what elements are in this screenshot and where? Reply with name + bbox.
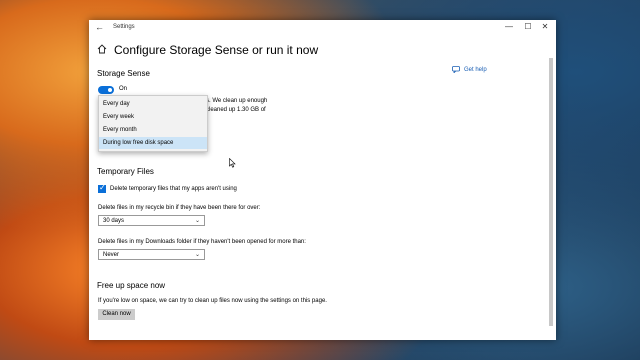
- dropdown-option-low-disk-space[interactable]: During low free disk space: [99, 137, 207, 149]
- settings-window: ← Settings — ☐ ✕ Configure Storage Sense…: [89, 20, 556, 340]
- dropdown-option-every-day[interactable]: Every day: [99, 98, 207, 110]
- page-title: Configure Storage Sense or run it now: [114, 43, 319, 57]
- dropdown-option-every-week[interactable]: Every week: [99, 111, 207, 123]
- free-up-space-description: If you're low on space, we can try to cl…: [98, 298, 327, 304]
- downloads-folder-select[interactable]: Never ⌄: [98, 249, 205, 260]
- storage-sense-description-line-1: s. We clean up enough: [206, 98, 268, 104]
- back-arrow-icon[interactable]: ←: [95, 22, 104, 32]
- minimize-button[interactable]: —: [502, 22, 516, 31]
- delete-temp-files-label: Delete temporary files that my apps aren…: [110, 186, 237, 192]
- delete-temp-files-checkbox[interactable]: ✓: [98, 183, 106, 193]
- window-title: Settings: [113, 24, 135, 30]
- storage-sense-toggle[interactable]: [98, 86, 114, 94]
- recycle-bin-label: Delete files in my recycle bin if they h…: [98, 205, 261, 211]
- mouse-cursor-icon: [229, 158, 236, 168]
- toggle-knob: [108, 88, 112, 92]
- chat-bubble-icon[interactable]: [452, 66, 460, 73]
- chevron-down-icon: ⌄: [194, 252, 200, 258]
- storage-sense-description-line-2: cleaned up 1.30 GB of: [206, 107, 266, 113]
- free-up-space-heading: Free up space now: [97, 281, 166, 290]
- maximize-button[interactable]: ☐: [521, 22, 535, 31]
- home-icon[interactable]: [97, 44, 107, 54]
- storage-sense-heading: Storage Sense: [97, 69, 150, 78]
- recycle-bin-select[interactable]: 30 days ⌄: [98, 215, 205, 226]
- vertical-scrollbar[interactable]: [549, 58, 553, 326]
- downloads-folder-select-value: Never: [103, 252, 120, 258]
- toggle-label: On: [119, 86, 128, 92]
- title-bar: ← Settings — ☐ ✕: [89, 20, 556, 36]
- chevron-down-icon: ⌄: [194, 218, 200, 224]
- downloads-folder-label: Delete files in my Downloads folder if t…: [98, 239, 306, 245]
- temporary-files-heading: Temporary Files: [97, 167, 154, 176]
- dropdown-option-every-month[interactable]: Every month: [99, 124, 207, 136]
- clean-now-button[interactable]: Clean now: [98, 309, 135, 320]
- run-storage-sense-dropdown[interactable]: Every day Every week Every month During …: [98, 95, 208, 152]
- get-help-link[interactable]: Get help: [464, 67, 487, 73]
- recycle-bin-select-value: 30 days: [103, 218, 125, 224]
- close-button[interactable]: ✕: [538, 22, 552, 31]
